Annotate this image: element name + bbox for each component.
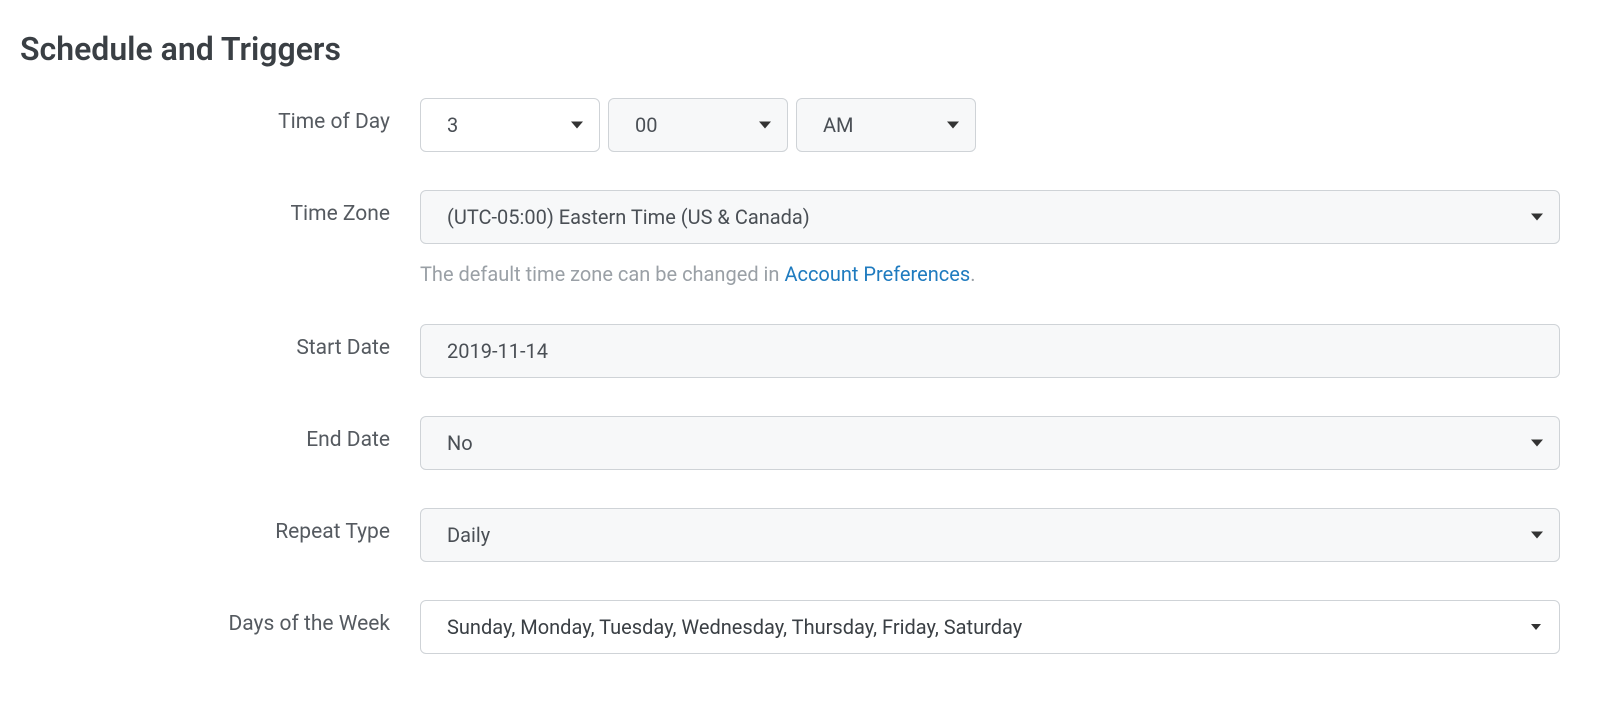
- schedule-triggers-section: Schedule and Triggers Time of Day 3 00 A…: [20, 30, 1599, 654]
- start-date-input[interactable]: 2019-11-14: [420, 324, 1560, 378]
- repeat-type-value: Daily: [447, 523, 490, 547]
- chevron-down-icon: [571, 122, 583, 129]
- hour-value: 3: [447, 113, 458, 137]
- chevron-down-icon: [1531, 214, 1543, 221]
- label-repeat-type: Repeat Type: [20, 508, 420, 544]
- chevron-down-icon: [1531, 624, 1541, 630]
- end-date-select[interactable]: No: [420, 416, 1560, 470]
- section-title: Schedule and Triggers: [20, 30, 1599, 68]
- hint-prefix: The default time zone can be changed in: [420, 262, 784, 286]
- chevron-down-icon: [759, 122, 771, 129]
- label-time-of-day: Time of Day: [20, 98, 420, 134]
- label-days-of-week: Days of the Week: [20, 600, 420, 636]
- days-of-week-value: Sunday, Monday, Tuesday, Wednesday, Thur…: [447, 615, 1022, 639]
- chevron-down-icon: [1531, 532, 1543, 539]
- row-repeat-type: Repeat Type Daily: [20, 508, 1599, 562]
- account-preferences-link[interactable]: Account Preferences: [784, 262, 970, 286]
- repeat-type-select[interactable]: Daily: [420, 508, 1560, 562]
- row-start-date: Start Date 2019-11-14: [20, 324, 1599, 378]
- label-time-zone: Time Zone: [20, 190, 420, 226]
- time-zone-hint: The default time zone can be changed in …: [420, 262, 1560, 286]
- minute-select[interactable]: 00: [608, 98, 788, 152]
- time-zone-select[interactable]: (UTC-05:00) Eastern Time (US & Canada): [420, 190, 1560, 244]
- chevron-down-icon: [1531, 440, 1543, 447]
- row-end-date: End Date No: [20, 416, 1599, 470]
- row-time-of-day: Time of Day 3 00 AM: [20, 98, 1599, 152]
- start-date-value: 2019-11-14: [447, 339, 548, 363]
- time-of-day-group: 3 00 AM: [420, 98, 976, 152]
- minute-value: 00: [635, 113, 657, 137]
- hour-select[interactable]: 3: [420, 98, 600, 152]
- days-of-week-select[interactable]: Sunday, Monday, Tuesday, Wednesday, Thur…: [420, 600, 1560, 654]
- row-time-zone: Time Zone (UTC-05:00) Eastern Time (US &…: [20, 190, 1599, 286]
- label-end-date: End Date: [20, 416, 420, 452]
- end-date-value: No: [447, 431, 473, 455]
- meridiem-value: AM: [823, 113, 854, 137]
- meridiem-select[interactable]: AM: [796, 98, 976, 152]
- row-days-of-week: Days of the Week Sunday, Monday, Tuesday…: [20, 600, 1599, 654]
- time-zone-value: (UTC-05:00) Eastern Time (US & Canada): [447, 205, 810, 229]
- label-start-date: Start Date: [20, 324, 420, 360]
- chevron-down-icon: [947, 122, 959, 129]
- hint-suffix: .: [970, 262, 975, 286]
